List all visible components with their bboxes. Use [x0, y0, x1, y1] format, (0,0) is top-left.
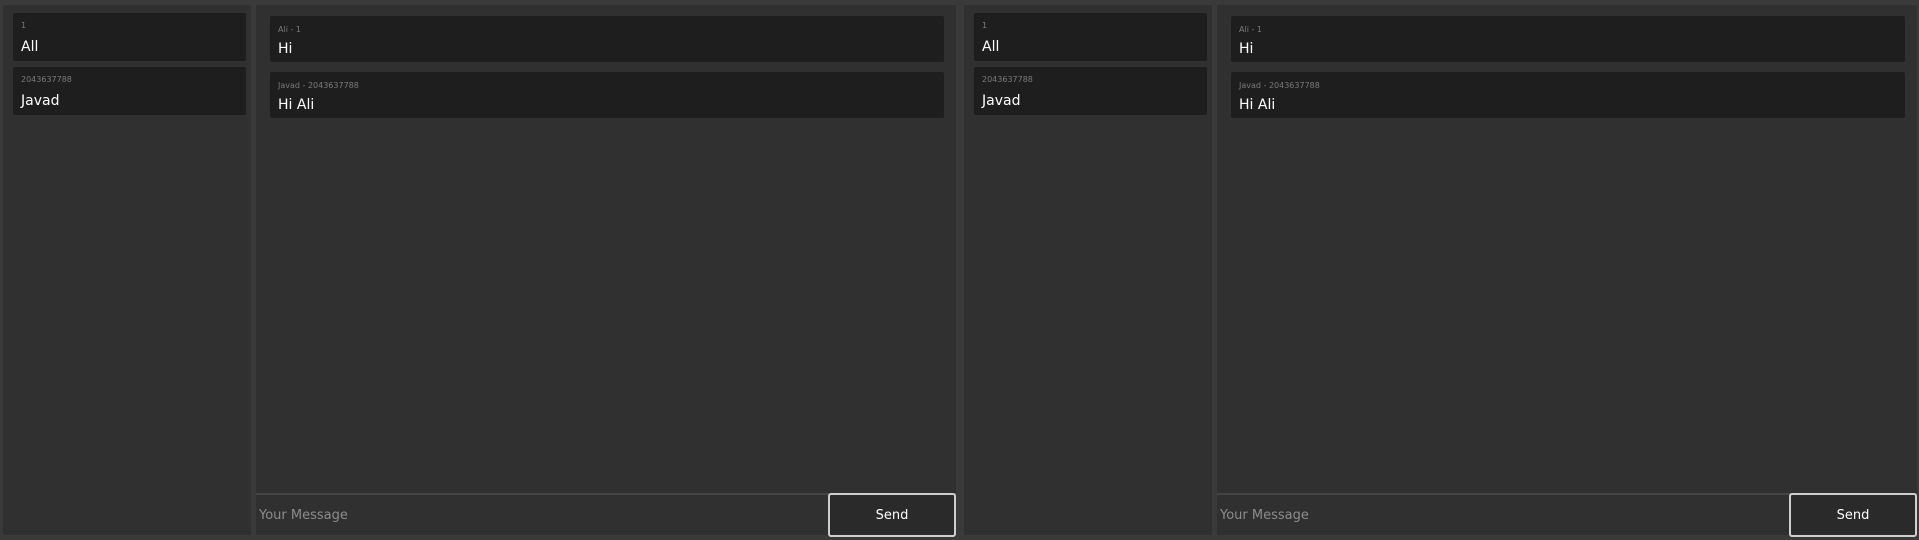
- message-meta: Ali - 1: [1239, 25, 1262, 34]
- chat-panel: Ali - 1 Hi Javad - 2043637788 Hi Ali Sen…: [256, 5, 956, 537]
- message-item: Ali - 1 Hi: [270, 16, 944, 62]
- message-composer: Send: [1217, 493, 1917, 537]
- contact-id: 1: [982, 21, 988, 30]
- contacts-sidebar: 1 All 2043637788 Javad: [964, 5, 1212, 535]
- message-item: Ali - 1 Hi: [1231, 16, 1905, 62]
- message-item: Javad - 2043637788 Hi Ali: [270, 72, 944, 118]
- contact-id: 2043637788: [21, 75, 72, 84]
- message-item: Javad - 2043637788 Hi Ali: [1231, 72, 1905, 118]
- contact-item-all[interactable]: 1 All: [13, 13, 246, 61]
- chat-client-left: 1 All 2043637788 Javad Ali - 1 Hi Javad …: [0, 0, 958, 540]
- contact-name: All: [21, 39, 39, 55]
- send-button[interactable]: Send: [828, 493, 956, 537]
- message-meta: Javad - 2043637788: [278, 81, 359, 90]
- message-input[interactable]: [1217, 495, 1783, 535]
- contact-name: Javad: [21, 93, 60, 109]
- message-meta: Javad - 2043637788: [1239, 81, 1320, 90]
- message-composer: Send: [256, 493, 956, 537]
- contact-item-all[interactable]: 1 All: [974, 13, 1207, 61]
- message-input[interactable]: [256, 495, 822, 535]
- send-button[interactable]: Send: [1789, 493, 1917, 537]
- contact-id: 1: [21, 21, 27, 30]
- message-text: Hi: [1239, 41, 1254, 57]
- contacts-sidebar: 1 All 2043637788 Javad: [3, 5, 251, 535]
- contact-id: 2043637788: [982, 75, 1033, 84]
- message-text: Hi: [278, 41, 293, 57]
- message-text: Hi Ali: [1239, 97, 1276, 113]
- message-meta: Ali - 1: [278, 25, 301, 34]
- contact-name: Javad: [982, 93, 1021, 109]
- chat-panel: Ali - 1 Hi Javad - 2043637788 Hi Ali Sen…: [1217, 5, 1917, 537]
- app-root: 1 All 2043637788 Javad Ali - 1 Hi Javad …: [0, 0, 1919, 540]
- contact-item-javad[interactable]: 2043637788 Javad: [13, 67, 246, 115]
- contact-name: All: [982, 39, 1000, 55]
- chat-client-right: 1 All 2043637788 Javad Ali - 1 Hi Javad …: [961, 0, 1919, 540]
- message-list[interactable]: Ali - 1 Hi Javad - 2043637788 Hi Ali: [1217, 5, 1917, 493]
- message-list[interactable]: Ali - 1 Hi Javad - 2043637788 Hi Ali: [256, 5, 956, 493]
- contact-item-javad[interactable]: 2043637788 Javad: [974, 67, 1207, 115]
- message-text: Hi Ali: [278, 97, 315, 113]
